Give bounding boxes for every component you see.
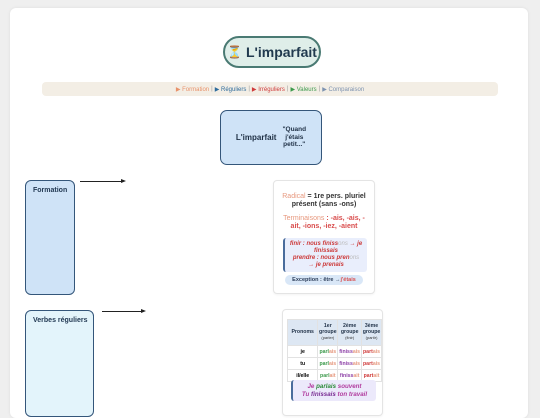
arrow-icon: [141, 308, 146, 313]
conjugation-table: Pronoms 1er groupe (parler) 2ème groupe (fin…: [286, 319, 382, 382]
table-header-row: Pronoms 1er groupe (parler) 2ème groupe (fin…: [286, 319, 382, 346]
formation-node-label: Formation: [33, 187, 68, 194]
central-node[interactable]: L'imparfait "Quand j'étais petit...": [220, 110, 322, 165]
central-node-quote: "Quand j'étais petit...": [282, 126, 307, 149]
table-row: tu parlais finissais partais: [286, 357, 382, 370]
nav-item-reguliers[interactable]: ▶ Réguliers: [215, 86, 247, 93]
hourglass-icon: ⏳: [227, 45, 242, 59]
nav-separator: |: [248, 86, 250, 92]
page-title: L'imparfait: [245, 44, 317, 60]
section-nav: ▶ Formation | ▶ Réguliers | ▶ Irrégulier…: [42, 82, 498, 96]
title-node[interactable]: ⏳ L'imparfait: [223, 36, 321, 68]
formation-connector: [80, 181, 121, 182]
reguliers-node[interactable]: Verbes réguliers: [25, 310, 94, 417]
central-node-label: L'imparfait: [235, 133, 277, 142]
reguliers-node-label: Verbes réguliers: [33, 317, 88, 324]
nav-separator: |: [318, 86, 321, 92]
nav-separator: |: [211, 86, 213, 92]
nav-separator: |: [286, 86, 289, 92]
nav-item-comparaison[interactable]: ▶ Comparaison: [322, 86, 364, 93]
table-row: je parlais finissais partais: [286, 345, 382, 358]
example-note: Je parlais souvent Tu finissais ton trav…: [291, 380, 376, 401]
formation-panel: Radical = 1re pers. pluriel présent (san…: [273, 180, 375, 294]
nav-item-irreguliers[interactable]: ▶ Irréguliers: [252, 86, 285, 93]
nav-item-formation[interactable]: ▶ Formation: [176, 86, 209, 93]
formation-node[interactable]: Formation: [25, 180, 75, 295]
arrow-icon: [121, 178, 126, 183]
nav-item-valeurs[interactable]: ▶ Valeurs: [290, 86, 316, 93]
formation-example: finir : nous finissons → je finissais pr…: [283, 238, 367, 272]
reguliers-panel: Pronoms 1er groupe (parler) 2ème groupe (fin…: [282, 309, 383, 416]
reguliers-connector: [102, 311, 141, 312]
exception-badge: Exception : être → j'étais: [285, 275, 363, 285]
